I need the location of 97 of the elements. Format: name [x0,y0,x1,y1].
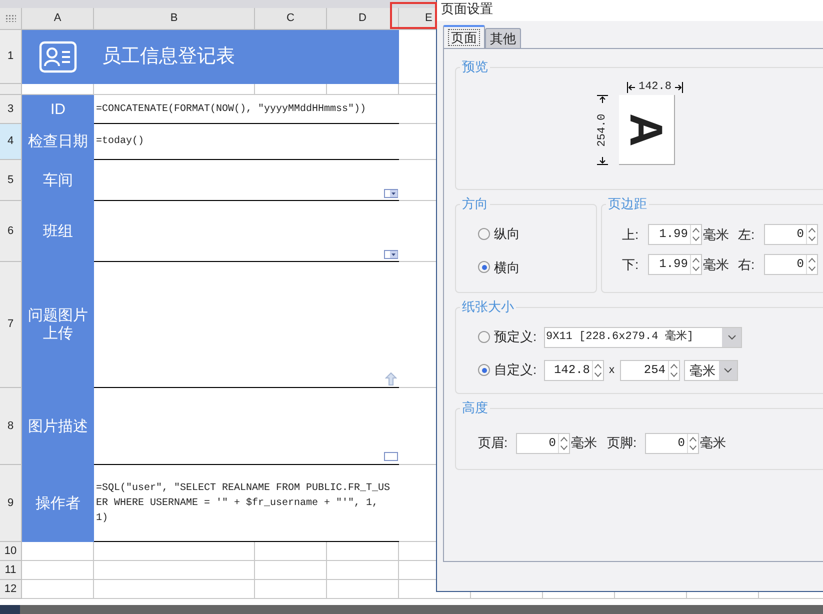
radio-label[interactable]: 纵向 [494,224,520,244]
spinner-icon[interactable] [558,434,569,452]
row-header[interactable]: 4 [0,124,22,160]
group-title: 页边距 [606,195,649,213]
scroll-bar[interactable] [20,605,823,614]
margin-label: 下: [622,256,640,274]
spinner-icon[interactable] [592,360,603,380]
formula-text: =SQL("user", "SELECT REALNAME FROM PUBLIC.FR_T_USER WHERE USERNAME = '" + $fr_username + "'", 1, 1) [96,482,391,526]
field-label: 车间 [22,160,94,201]
spin-field[interactable]: 0 [516,432,570,454]
margin-label: 左: [738,226,756,244]
table-cell [22,561,94,580]
form-title: 员工信息登记表 [94,30,399,84]
formula-text: =today() [96,134,144,149]
table-cell [327,580,399,599]
column-header[interactable]: B [94,8,255,30]
group-title: 高度 [460,399,490,417]
spinner-icon[interactable] [806,225,817,244]
radio-label[interactable]: 预定义: [494,327,544,347]
table-cell [255,561,327,580]
unit-label: 毫米 [702,226,729,244]
field-label: 检查日期 [22,124,94,160]
spin-field[interactable]: 1.99 [648,254,702,275]
dropdown-icon [384,189,398,198]
height-field-label: 页脚: [607,434,638,452]
row-header[interactable]: 7 [0,262,22,388]
height-field-label: 页眉: [478,434,509,452]
spinner-icon[interactable] [690,255,701,274]
times-sign: x [609,362,614,378]
row-header[interactable]: 9 [0,465,22,542]
column-header[interactable]: C [255,8,327,30]
column-header[interactable]: D [327,8,399,30]
spinner-icon[interactable] [668,360,678,380]
paper-size-select[interactable]: 9X11 [228.6x279.4 毫米] [544,326,742,348]
dimension-arrow-icon [597,95,608,104]
row-header[interactable]: 12 [0,580,22,599]
spinner-icon[interactable] [687,434,698,452]
row-header[interactable]: 5 [0,160,22,201]
spin-field[interactable]: 142.8 [544,360,604,380]
unit-label: 毫米 [700,434,726,452]
unit-select[interactable]: 毫米 [684,360,738,380]
group-title: 纸张大小 [460,298,516,316]
highlight-frame [390,2,437,29]
tab[interactable]: 页面 [443,25,485,48]
radio-button[interactable] [478,364,490,376]
textarea-icon [384,452,398,461]
field-label: 图片描述 [22,388,94,465]
table-cell [22,542,94,561]
unit-label: 毫米 [702,256,729,274]
formula-text: =CONCATENATE(FORMAT(NOW(), "yyyyMMddHHmmss")) [96,102,366,116]
spin-field[interactable]: 254 [620,360,680,380]
column-header[interactable]: A [22,8,94,30]
grid-icon[interactable] [6,15,16,22]
field-label: 操作者 [22,465,94,542]
spin-field[interactable]: 0 [645,432,699,454]
radio-button[interactable] [478,331,490,343]
id-card-icon [39,41,77,73]
spin-field[interactable]: 0 [764,254,818,275]
spin-field[interactable]: 1.99 [648,224,702,245]
dropdown-icon [384,250,398,259]
row-header[interactable]: 11 [0,561,22,580]
group-title: 方向 [460,195,490,213]
upload-icon [385,372,397,386]
row-header[interactable]: 8 [0,388,22,465]
spinner-icon[interactable] [806,255,817,274]
radio-button[interactable] [478,261,490,274]
dimension-arrow-icon [597,156,608,165]
row-header[interactable]: 3 [0,95,22,124]
field-label: 班组 [22,201,94,262]
height-label: 254.0 [596,114,610,146]
radio-button[interactable] [478,228,490,240]
radio-label[interactable]: 横向 [494,258,520,277]
tab[interactable]: 其他 [485,28,521,48]
group-title: 预览 [460,58,490,76]
table-cell [22,580,94,599]
field-label: 问题图片上传 [22,262,94,388]
corner-cell[interactable] [0,8,22,30]
dimension-arrow-icon [627,82,636,92]
spin-field[interactable]: 0 [764,224,818,245]
table-cell [255,542,327,561]
row-header[interactable]: 10 [0,542,22,561]
chevron-down-icon [724,368,732,372]
margin-label: 上: [622,226,640,244]
dimension-arrow-icon [674,82,682,92]
chevron-down-icon [728,334,736,340]
radio-label[interactable]: 自定义: [494,360,544,380]
margin-label: 右: [738,256,756,274]
unit-label: 毫米 [571,434,597,452]
table-cell [255,84,327,95]
page-preview: A [618,95,675,165]
table-cell [255,580,327,599]
row-header[interactable]: 6 [0,201,22,262]
field-label: ID [22,95,94,124]
row-header[interactable]: 1 [0,30,22,84]
spinner-icon[interactable] [690,225,701,244]
sheet-tab-marker[interactable] [0,605,20,614]
width-label: 142.8 [638,81,672,93]
